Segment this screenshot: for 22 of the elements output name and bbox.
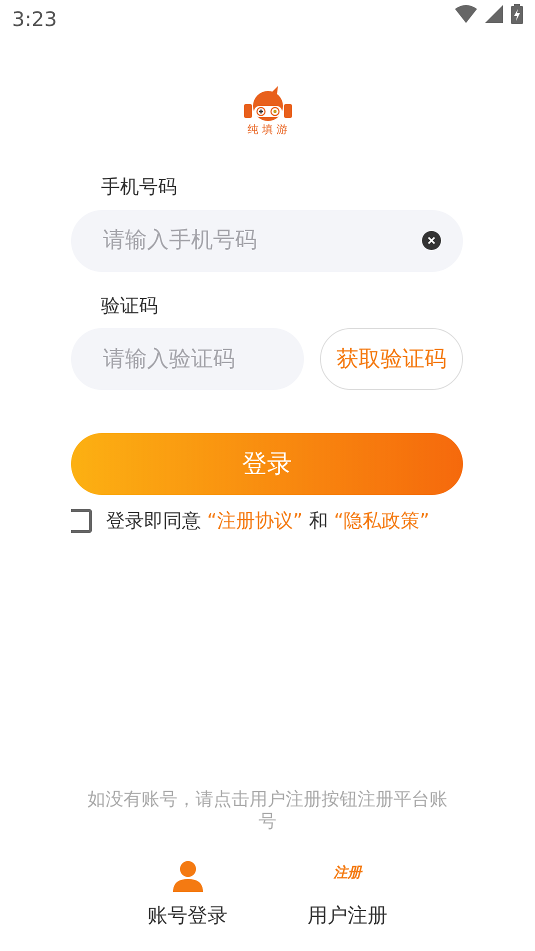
bottom-tab[interactable]: 注册 用户注册 (298, 858, 398, 930)
battery-icon (511, 4, 523, 24)
signal-icon (485, 5, 503, 23)
bottom-tab[interactable]: 账号登录 (138, 858, 238, 930)
code-field[interactable]: 请输入验证码 (71, 328, 304, 390)
agreement-link[interactable]: “隐私政策” (334, 510, 430, 532)
get-code-button[interactable]: 获取验证码 (320, 328, 463, 390)
mascot-logo-icon (242, 86, 294, 124)
status-time: 3:23 (12, 6, 57, 33)
hint-text: 如没有账号，请点击用户注册按钮注册平台账号 (86, 788, 448, 834)
person-icon (172, 860, 202, 892)
agreement-checkbox[interactable] (71, 509, 92, 534)
logo-text: 纯 填 游 (248, 124, 288, 135)
phone-field[interactable]: 请输入手机号码 (71, 210, 463, 272)
agreement-text: 登录即同意 “注册协议” 和 “隐私政策” (106, 509, 430, 534)
clear-icon[interactable] (422, 230, 441, 250)
register-icon-text: 注册 (334, 864, 362, 882)
agreement-link[interactable]: “注册协议” (207, 510, 303, 532)
code-label: 验证码 (101, 294, 159, 318)
wifi-icon (455, 5, 477, 23)
login-button[interactable]: 登录 (71, 433, 463, 495)
phone-label: 手机号码 (101, 175, 178, 200)
